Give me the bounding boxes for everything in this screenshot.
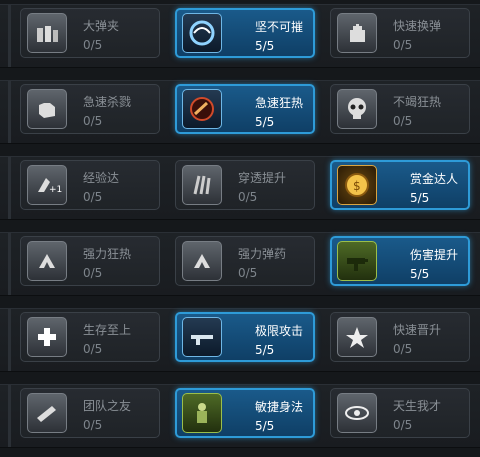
skill-name: 生存至上 [83,323,132,337]
skill-level: 0/5 [83,190,103,204]
skill-level: 5/5 [255,39,275,53]
arrow-up-icon [27,241,67,281]
skill-name: 不竭狂热 [393,95,442,109]
rank-star-icon [337,317,377,357]
skill-name: 团队之友 [83,399,132,413]
skill-name: 大弹夹 [83,19,120,33]
skill-name: 经验达 [83,171,120,185]
skill-tile[interactable]: 不竭狂热 0/5 [330,84,470,134]
skill-tile[interactable]: 穿透提升 0/5 [175,160,315,210]
claw-icon [182,165,222,205]
skill-level: 5/5 [410,191,430,205]
skill-tile[interactable]: 快速晋升 0/5 [330,312,470,362]
rifle-icon [182,317,222,357]
skill-level: 0/5 [393,38,413,52]
skill-name: 敏捷身法 [255,400,304,414]
medical-cross-icon [27,317,67,357]
ammo-clip-icon [27,13,67,53]
skill-tile[interactable]: $ 赏金达人 5/5 [330,160,470,210]
skill-name: 急速杀戮 [83,95,132,109]
eye-icon [337,393,377,433]
skill-name: 强力弹药 [238,247,287,261]
skill-tile[interactable]: 极限攻击 5/5 [175,312,315,362]
skill-level: 0/5 [83,266,103,280]
soldier-icon [182,393,222,433]
skill-name: 赏金达人 [410,172,459,186]
skill-tile[interactable]: 强力弹药 0/5 [175,236,315,286]
skill-name: 快速晋升 [393,323,442,337]
team-gun-icon [27,393,67,433]
skill-name: 坚不可摧 [255,20,304,34]
skill-tile[interactable]: 生存至上 0/5 [20,312,160,362]
fist-icon [27,89,67,129]
skill-tile[interactable]: 团队之友 0/5 [20,388,160,438]
gold-coin-icon: $ [337,165,377,205]
bullets-icon [182,89,222,129]
skill-name: 急速狂热 [255,96,304,110]
xp-plus-icon: +1 [27,165,67,205]
skill-level: 0/5 [83,342,103,356]
skill-level: 0/5 [83,38,103,52]
gun-icon [337,241,377,281]
skill-level: 0/5 [393,418,413,432]
skill-tile[interactable]: +1 经验达 0/5 [20,160,160,210]
skull-icon [337,89,377,129]
skill-name: 穿透提升 [238,171,287,185]
svg-text:+1: +1 [49,185,62,195]
skill-name: 快速换弹 [393,19,442,33]
skill-level: 5/5 [410,267,430,281]
skill-tile[interactable]: 急速杀戮 0/5 [20,84,160,134]
arrow-up-icon [182,241,222,281]
skill-level: 0/5 [238,266,258,280]
skill-level: 0/5 [83,418,103,432]
skill-tile[interactable]: 坚不可摧 5/5 [175,8,315,58]
skill-level: 5/5 [255,419,275,433]
skill-tile[interactable]: 急速狂热 5/5 [175,84,315,134]
skill-tile[interactable]: 敏捷身法 5/5 [175,388,315,438]
svg-text:$: $ [353,179,361,193]
skill-tile[interactable]: 大弹夹 0/5 [20,8,160,58]
skill-tile[interactable]: 快速换弹 0/5 [330,8,470,58]
skill-tile[interactable]: 强力狂热 0/5 [20,236,160,286]
skill-level: 0/5 [83,114,103,128]
skill-tile[interactable]: 天生我才 0/5 [330,388,470,438]
skill-name: 极限攻击 [255,324,304,338]
skill-level: 0/5 [393,114,413,128]
skill-tile[interactable]: 伤害提升 5/5 [330,236,470,286]
skill-name: 天生我才 [393,399,442,413]
shield-swirl-icon [182,13,222,53]
skill-level: 0/5 [238,190,258,204]
skill-level: 0/5 [393,342,413,356]
skill-level: 5/5 [255,115,275,129]
skill-name: 强力狂热 [83,247,132,261]
skill-name: 伤害提升 [410,248,459,262]
skill-level: 5/5 [255,343,275,357]
hand-reload-icon [337,13,377,53]
